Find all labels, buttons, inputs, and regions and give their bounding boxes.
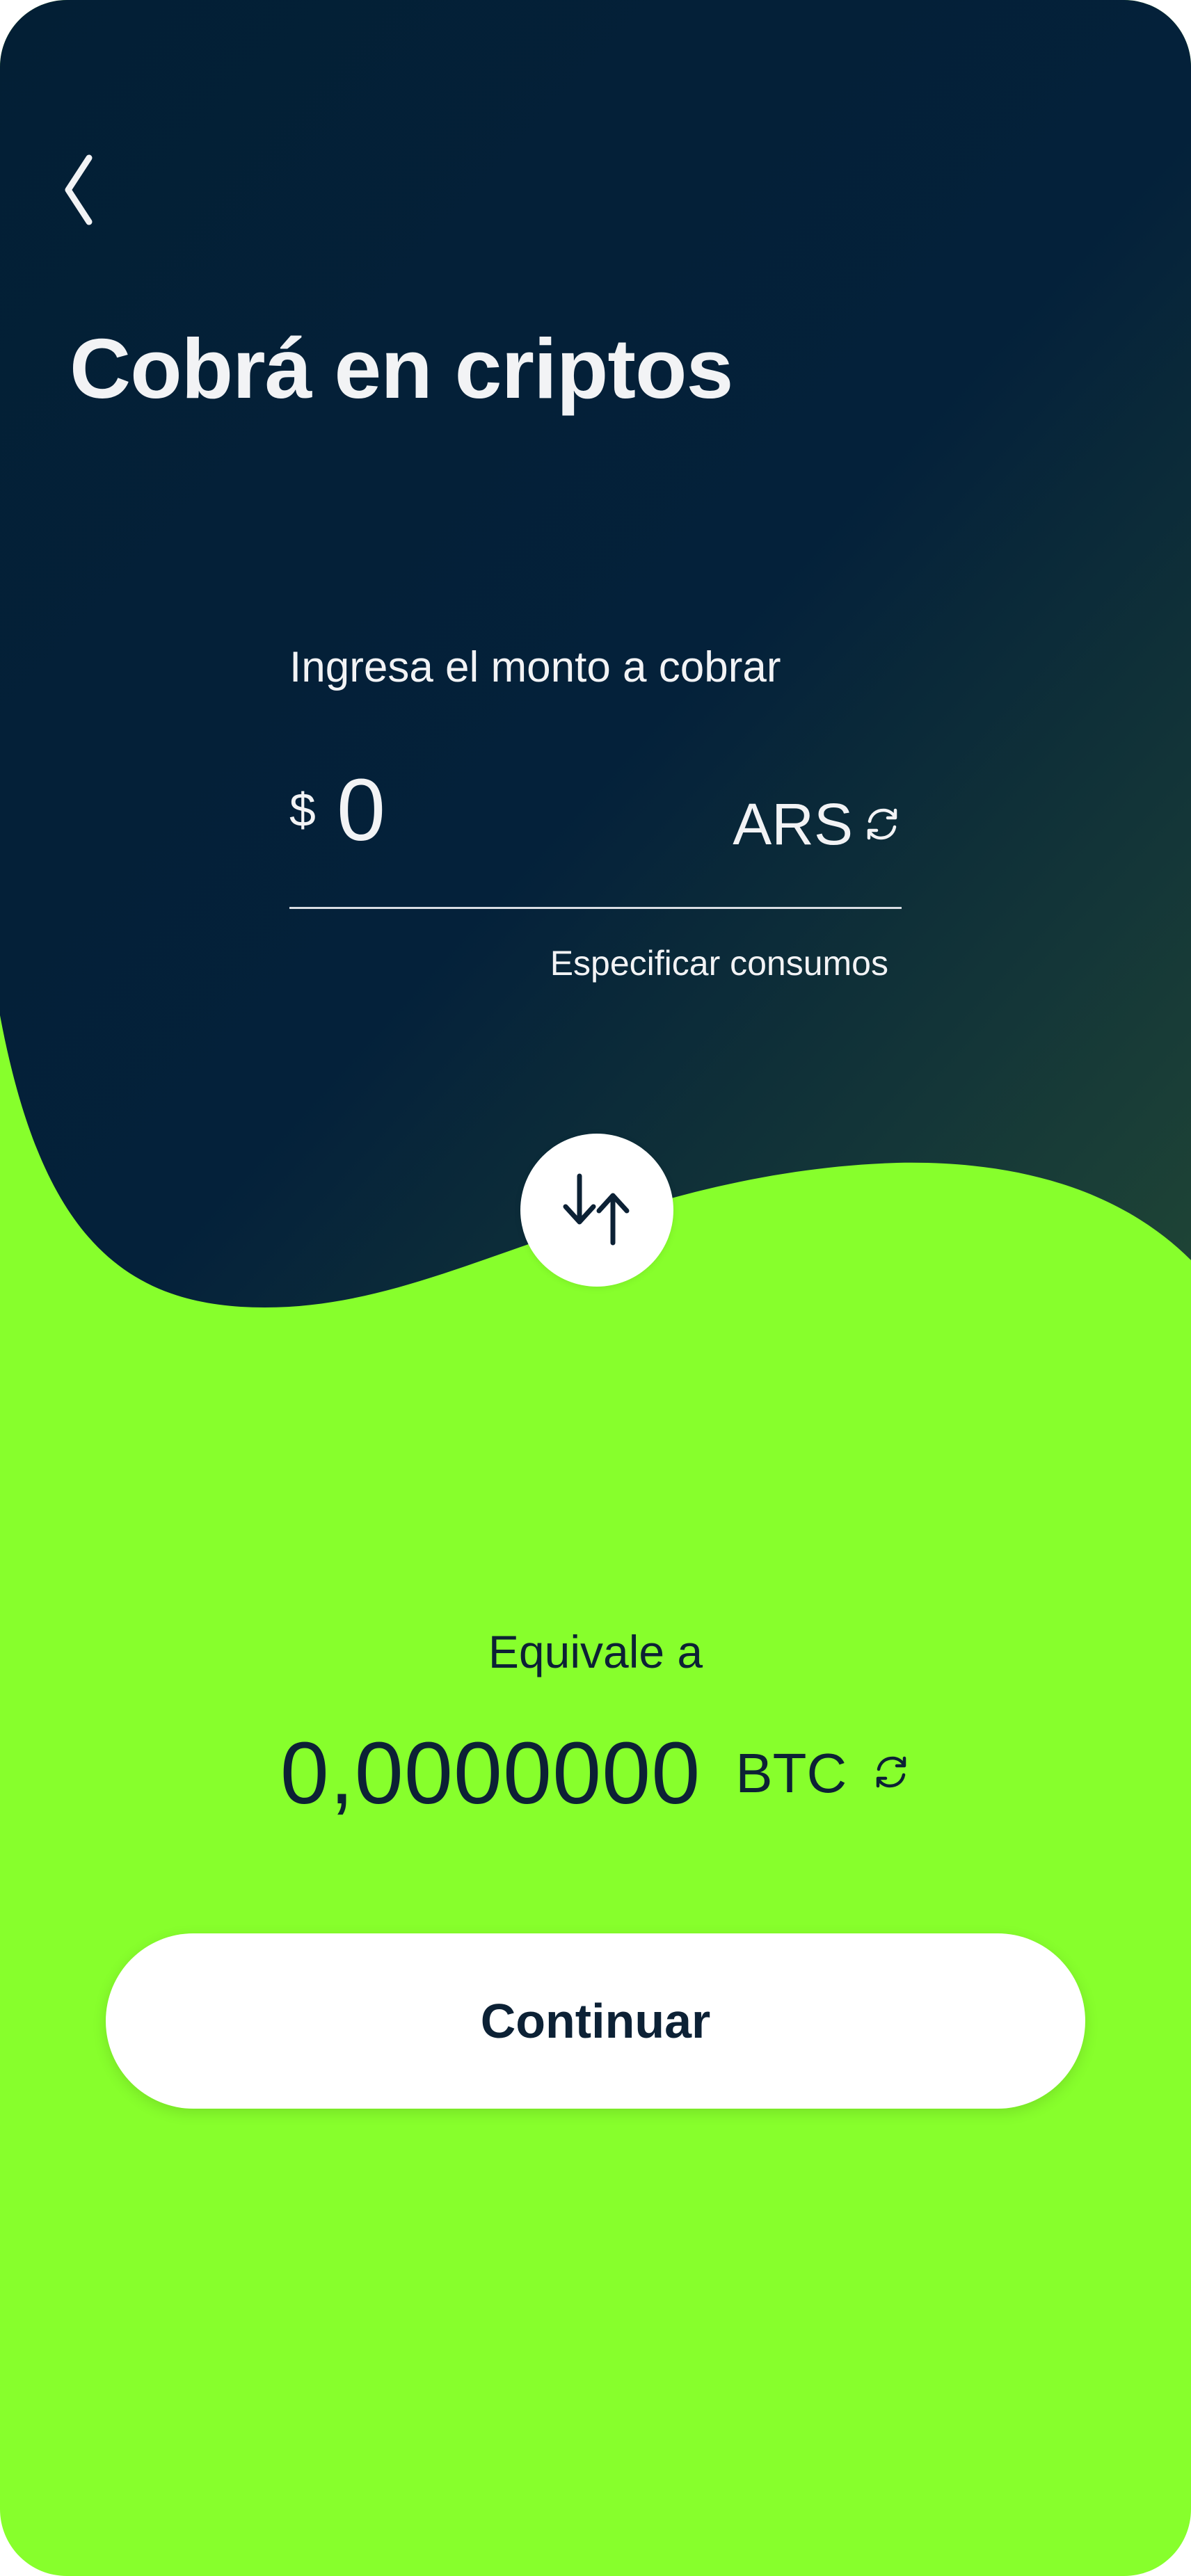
- specify-consumptions-link[interactable]: Especificar consumos: [550, 939, 888, 988]
- screen: Cobrá en criptos Ingresa el monto a cobr…: [0, 0, 1191, 2576]
- amount-input[interactable]: [337, 755, 615, 866]
- amount-field: $ ARS: [289, 755, 902, 908]
- back-button[interactable]: [56, 146, 118, 236]
- swap-currencies-button[interactable]: [520, 1134, 673, 1287]
- source-currency-code: ARS: [733, 791, 853, 857]
- refresh-icon: [863, 805, 902, 844]
- chevron-left-icon: [56, 148, 104, 235]
- continue-button[interactable]: Continuar: [106, 1933, 1085, 2109]
- page-title: Cobrá en criptos: [70, 321, 733, 416]
- conversion-row: 0,0000000 BTC: [0, 1711, 1191, 1836]
- amount-label: Ingresa el monto a cobrar: [289, 643, 781, 691]
- currency-symbol: $: [289, 784, 316, 837]
- swap-vertical-icon: [552, 1164, 642, 1257]
- target-currency-selector[interactable]: BTC: [735, 1735, 911, 1812]
- target-currency-code: BTC: [735, 1742, 847, 1804]
- source-currency-selector[interactable]: ARS: [733, 786, 902, 862]
- refresh-icon: [872, 1753, 911, 1795]
- amount-underline: [289, 907, 902, 909]
- converted-amount: 0,0000000: [280, 1724, 701, 1822]
- equivalent-label: Equivale a: [488, 1626, 703, 1677]
